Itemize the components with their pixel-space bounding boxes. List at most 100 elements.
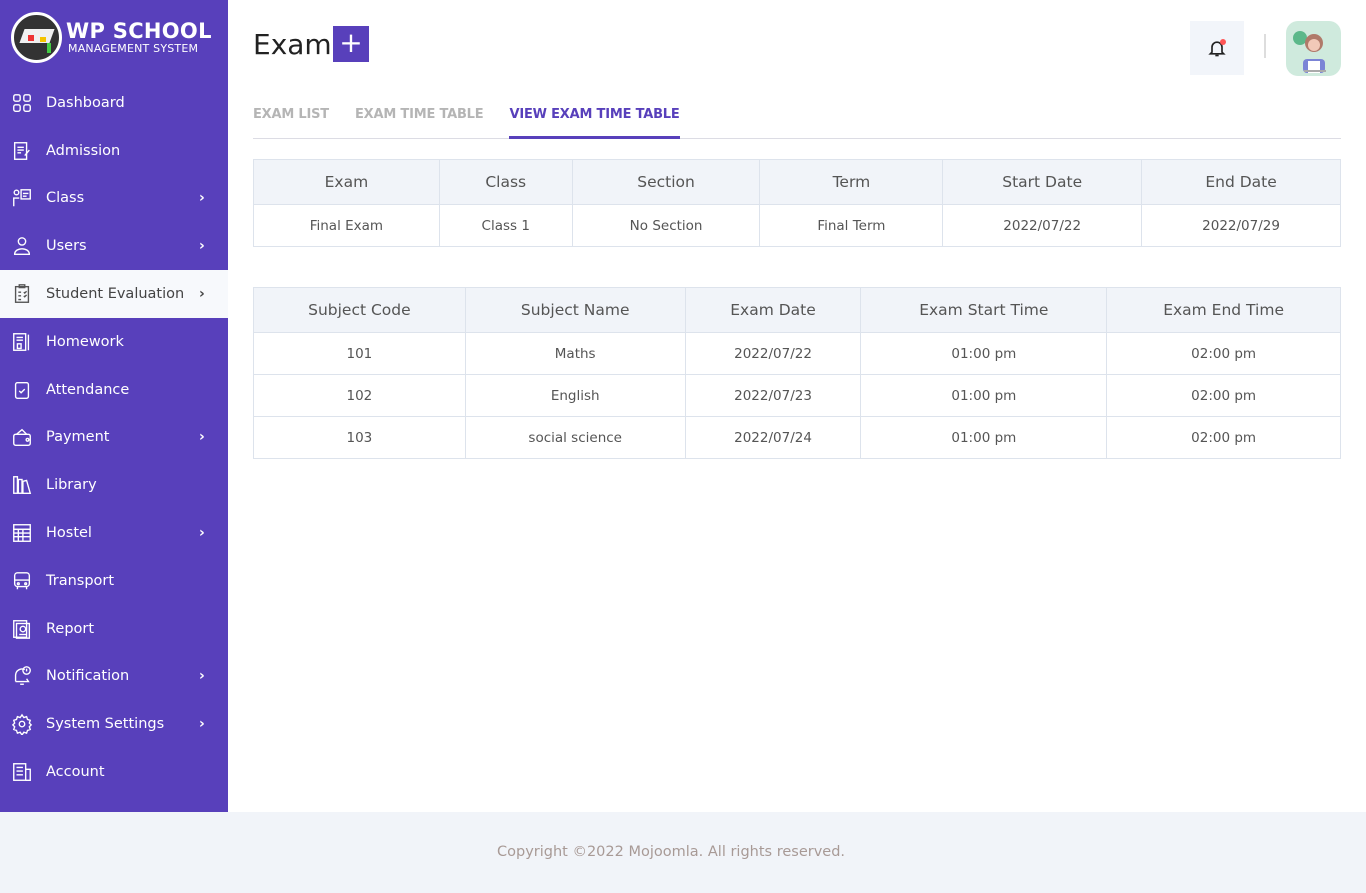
attendance-check-icon	[11, 379, 33, 401]
column-header: Subject Name	[464, 287, 686, 333]
table-cell: 02:00 pm	[1106, 332, 1341, 375]
chevron-right-icon: ›	[199, 429, 205, 446]
table-cell: 2022/07/24	[684, 416, 862, 459]
table-cell: English	[464, 374, 686, 417]
table-header-row: Exam Class Section Term Start Date End Date	[253, 159, 1341, 205]
header-divider	[1264, 34, 1266, 58]
sidebar-item-users[interactable]: Users ›	[0, 222, 228, 270]
homework-notebook-icon	[11, 331, 33, 353]
notifications-button[interactable]	[1190, 21, 1244, 75]
sidebar-item-label: Report	[46, 620, 95, 637]
sidebar-item-payment[interactable]: Payment ›	[0, 414, 228, 462]
dashboard-grid-icon	[11, 92, 33, 114]
copyright-text: Copyright ©2022 Mojoomla. All rights res…	[497, 844, 846, 860]
column-header: End Date	[1141, 159, 1341, 205]
table-cell: 02:00 pm	[1106, 374, 1341, 417]
column-header: Class	[438, 159, 573, 205]
table-cell: 2022/07/29	[1141, 204, 1341, 247]
add-exam-button[interactable]: +	[333, 26, 369, 62]
logo[interactable]: WP SCHOOL MANAGEMENT SYSTEM	[11, 12, 212, 63]
sidebar-item-dashboard[interactable]: Dashboard	[0, 79, 228, 127]
clipboard-checklist-icon	[11, 283, 33, 305]
wallet-icon	[11, 426, 33, 448]
chevron-right-icon: ›	[199, 190, 205, 207]
table-cell: social science	[464, 416, 686, 459]
sidebar-item-student-evaluation[interactable]: Student Evaluation ›	[0, 270, 228, 318]
sidebar-item-label: System Settings	[46, 716, 165, 733]
table-cell: Final Term	[759, 204, 944, 247]
library-books-icon	[11, 474, 33, 496]
table-cell: 2022/07/22	[942, 204, 1143, 247]
gear-icon	[11, 713, 33, 736]
sidebar-item-label: Hostel	[46, 525, 92, 542]
column-header: Term	[759, 159, 944, 205]
sidebar-item-homework[interactable]: Homework	[0, 318, 228, 366]
table-cell: Maths	[464, 332, 686, 375]
footer: Copyright ©2022 Mojoomla. All rights res…	[0, 812, 1366, 893]
sidebar-item-label: Transport	[46, 572, 115, 589]
sidebar-nav: Dashboard Admission Class › Users › Student Ev…	[0, 79, 228, 796]
sidebar-item-label: Notification	[46, 668, 130, 685]
table-row: Final Exam Class 1 No Section Final Term 202…	[253, 204, 1341, 247]
table-cell: Final Exam	[253, 204, 440, 247]
exam-info-table: Exam Class Section Term Start Date End Date Fi…	[253, 159, 1341, 247]
admission-form-icon	[11, 140, 33, 162]
sidebar-item-notification[interactable]: Notification ›	[0, 653, 228, 701]
column-header: Exam End Time	[1106, 287, 1341, 333]
sidebar-item-account[interactable]: Account	[0, 748, 228, 796]
tab-view-exam-time-table[interactable]: VIEW EXAM TIME TABLE	[509, 105, 680, 139]
column-header: Exam Date	[684, 287, 862, 333]
sidebar-item-admission[interactable]: Admission	[0, 127, 228, 175]
table-cell: Class 1	[438, 204, 573, 247]
sidebar-item-label: Student Evaluation	[46, 286, 185, 303]
user-icon	[11, 235, 33, 257]
logo-emblem-icon	[11, 12, 62, 63]
sidebar-item-system-settings[interactable]: System Settings ›	[0, 700, 228, 748]
tab-exam-time-table[interactable]: EXAM TIME TABLE	[355, 105, 484, 138]
user-avatar[interactable]	[1286, 21, 1341, 76]
table-cell: 103	[253, 416, 466, 459]
table-cell: 102	[253, 374, 466, 417]
table-row: 102 English 2022/07/23 01:00 pm 02:00 pm	[253, 374, 1341, 417]
sidebar-item-transport[interactable]: Transport	[0, 557, 228, 605]
chevron-right-icon: ›	[199, 525, 205, 542]
table-cell: 01:00 pm	[860, 374, 1108, 417]
page-title: Exam	[253, 28, 332, 61]
chevron-right-icon: ›	[199, 668, 205, 685]
brand-subtitle: MANAGEMENT SYSTEM	[68, 41, 199, 55]
table-row: 103 social science 2022/07/24 01:00 pm 02:00…	[253, 416, 1341, 459]
sidebar-item-report[interactable]: Report	[0, 605, 228, 653]
sidebar-item-label: Class	[46, 190, 85, 207]
column-header: Section	[571, 159, 761, 205]
sidebar-item-label: Attendance	[46, 381, 130, 398]
bus-icon	[11, 570, 33, 592]
chevron-right-icon: ›	[199, 286, 205, 303]
table-cell: 01:00 pm	[860, 416, 1108, 459]
column-header: Subject Code	[253, 287, 466, 333]
tab-exam-list[interactable]: EXAM LIST	[253, 105, 329, 138]
brand-title: WP SCHOOL	[66, 18, 212, 43]
column-header: Exam	[253, 159, 440, 205]
sidebar-item-label: Account	[46, 764, 105, 781]
notification-bell-icon	[11, 665, 33, 687]
sidebar-item-label: Dashboard	[46, 94, 125, 111]
sidebar-item-attendance[interactable]: Attendance	[0, 366, 228, 414]
table-cell: 01:00 pm	[860, 332, 1108, 375]
sidebar: WP SCHOOL MANAGEMENT SYSTEM Dashboard Adm…	[0, 0, 228, 812]
sidebar-item-class[interactable]: Class ›	[0, 175, 228, 223]
table-row: 101 Maths 2022/07/22 01:00 pm 02:00 pm	[253, 332, 1341, 375]
sidebar-item-hostel[interactable]: Hostel ›	[0, 509, 228, 557]
sidebar-item-label: Library	[46, 477, 97, 494]
table-cell: 2022/07/22	[684, 332, 862, 375]
table-cell: 02:00 pm	[1106, 416, 1341, 459]
column-header: Exam Start Time	[860, 287, 1108, 333]
table-cell: 2022/07/23	[684, 374, 862, 417]
column-header: Start Date	[942, 159, 1143, 205]
notification-dot	[1220, 39, 1226, 45]
tab-bar: EXAM LIST EXAM TIME TABLE VIEW EXAM TIME T…	[253, 105, 1341, 139]
chevron-right-icon: ›	[199, 716, 205, 733]
table-header-row: Subject Code Subject Name Exam Date Exam St…	[253, 287, 1341, 333]
sidebar-item-library[interactable]: Library	[0, 461, 228, 509]
sidebar-item-label: Users	[46, 238, 87, 255]
hostel-building-icon	[11, 522, 33, 544]
